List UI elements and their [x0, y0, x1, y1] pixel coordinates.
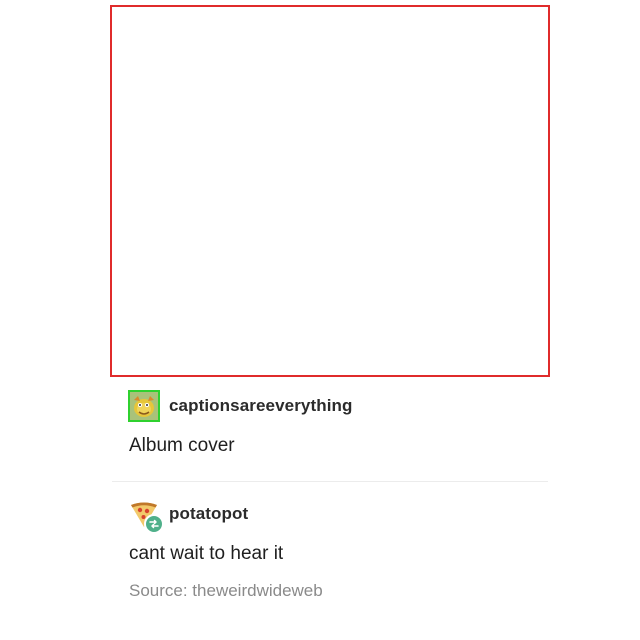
post-username[interactable]: captionsareeverything	[169, 396, 353, 416]
reblog-icon	[144, 514, 164, 534]
post-image[interactable]	[110, 5, 550, 377]
post-username[interactable]: potatopot	[169, 504, 248, 524]
post-header: potatopot	[112, 496, 548, 534]
post-source-link[interactable]: Source: theweirdwideweb	[112, 581, 548, 601]
post-page: captionsareeverything Album cover potato…	[0, 0, 640, 640]
post-text: Album cover	[129, 435, 235, 456]
cartoon-avatar-icon[interactable]	[128, 390, 160, 422]
post-potatopot: potatopot cant wait to hear it Source: t…	[112, 496, 548, 601]
post-header: captionsareeverything	[112, 388, 548, 424]
post-captionsareeverything: captionsareeverything Album cover	[112, 388, 548, 457]
post-divider	[112, 481, 548, 482]
pizza-slice-icon[interactable]	[128, 498, 164, 534]
post-text: cant wait to hear it	[129, 543, 284, 564]
